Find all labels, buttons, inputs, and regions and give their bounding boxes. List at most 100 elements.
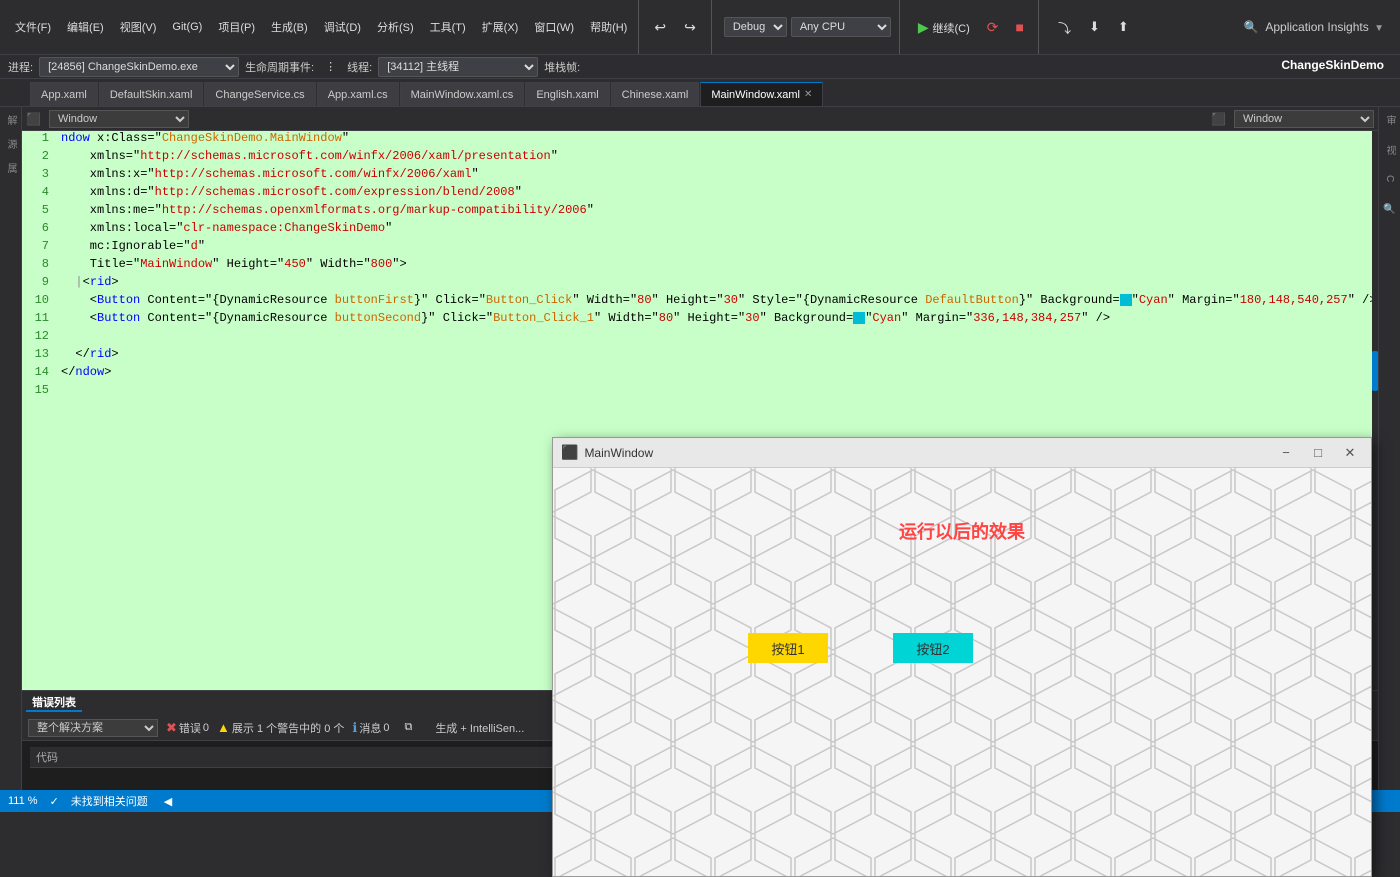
error-label: 错误	[179, 720, 201, 736]
code-line-14: 14 </ndow>	[22, 365, 1378, 383]
code-line-6: 6 xmlns:local="clr-namespace:ChangeSkinD…	[22, 221, 1378, 239]
menu-help[interactable]: 帮助(H)	[583, 16, 634, 38]
tab-chinese[interactable]: Chinese.xaml	[611, 82, 700, 106]
debug-toolbar: 进程: [24856] ChangeSkinDemo.exe 生命周期事件: ⋮…	[0, 55, 1400, 79]
scope-right-dropdown[interactable]: Window	[1234, 110, 1374, 128]
float-titlebar: ⬛ MainWindow − □ ✕	[553, 438, 1371, 468]
code-line-3: 3 xmlns:x="http://schemas.microsoft.com/…	[22, 167, 1378, 185]
app-insights-btn[interactable]: 🔍 Application Insights ▼	[1244, 20, 1396, 34]
float-run-label: 运行以后的效果	[553, 518, 1371, 544]
menu-view[interactable]: 视图(V)	[113, 16, 164, 38]
solution-filter[interactable]: 整个解决方案	[28, 719, 158, 737]
message-count: 0	[383, 722, 389, 734]
error-icon: ✖	[166, 720, 177, 736]
menu-file[interactable]: 文件(F)	[8, 16, 58, 38]
code-line-5: 5 xmlns:me="http://schemas.openxmlformat…	[22, 203, 1378, 221]
tab-app-xaml-cs[interactable]: App.xaml.cs	[317, 82, 399, 106]
float-window-icon: ⬛	[561, 444, 578, 461]
build-label: 生成 + IntelliSen...	[435, 720, 524, 736]
code-toolbar: ⬛ Window ⬛ Window	[22, 107, 1378, 131]
code-line-10: 10 <Button Content="{DynamicResource but…	[22, 293, 1378, 311]
code-line-9: 9 |<rid>	[22, 275, 1378, 293]
warning-badge[interactable]: ▲ 展示 1 个警告中的 0 个	[217, 720, 344, 736]
menu-edit[interactable]: 编辑(E)	[60, 16, 111, 38]
code-line-13: 13 </rid>	[22, 347, 1378, 365]
menu-group: 文件(F) 编辑(E) 视图(V) Git(G) 项目(P) 生成(B) 调试(…	[4, 0, 639, 54]
tab-app-xaml[interactable]: App.xaml	[30, 82, 98, 106]
config-dropdown[interactable]: Debug	[724, 17, 787, 37]
continue-button[interactable]: ▶ 继续(C)	[912, 17, 976, 38]
right-panel-icon-3[interactable]: C	[1382, 171, 1397, 186]
code-line-11: 11 <Button Content="{DynamicResource but…	[22, 311, 1378, 329]
menu-build[interactable]: 生成(B)	[264, 16, 315, 38]
menu-project[interactable]: 项目(P)	[211, 16, 262, 38]
restart-button[interactable]: ⟳	[980, 16, 1006, 39]
undo-button[interactable]: ↩	[647, 16, 673, 39]
sidebar-git-icon[interactable]: 源	[1, 135, 20, 153]
code-line-8: 8 Title="MainWindow" Height="450" Width=…	[22, 257, 1378, 275]
sidebar-solution-icon[interactable]: 解	[1, 111, 20, 129]
magnify-icon[interactable]: 🔍	[1382, 198, 1397, 218]
tab-close-icon[interactable]: ✕	[804, 89, 812, 100]
tab-mainwindow-xaml[interactable]: MainWindow.xaml ✕	[700, 82, 823, 106]
step-into-button[interactable]: ⬇	[1082, 16, 1107, 38]
collapse-arrow[interactable]: ◀	[164, 795, 172, 808]
event-btn[interactable]: ⋮	[320, 59, 341, 74]
code-line-2: 2 xmlns="http://schemas.microsoft.com/wi…	[22, 149, 1378, 167]
sidebar-props-icon[interactable]: 属	[1, 159, 20, 177]
right-panel-icon-1[interactable]: 审	[1380, 111, 1399, 129]
left-sidebar: 解 源 属	[0, 107, 22, 790]
close-button[interactable]: ✕	[1337, 443, 1363, 463]
error-list-tab-label[interactable]: 错误列表	[26, 694, 82, 712]
thread-dropdown[interactable]: [34112] 主线程	[378, 57, 538, 77]
event-label: 生命周期事件:	[245, 59, 314, 75]
error-badge[interactable]: ✖ 错误 0	[166, 720, 209, 736]
main-area: 解 源 属 ⬛ Window ⬛ Window 1 ndow x:Class="…	[0, 107, 1400, 790]
info-icon: ℹ	[352, 720, 357, 736]
process-label: 进程:	[8, 59, 33, 75]
tab-mainwindow-cs[interactable]: MainWindow.xaml.cs	[400, 82, 525, 106]
message-label: 消息	[359, 720, 381, 736]
menu-window[interactable]: 窗口(W)	[527, 16, 581, 38]
stop-button[interactable]: ■	[1010, 17, 1030, 37]
float-content: 运行以后的效果 按钮1 按钮2	[553, 468, 1371, 876]
menu-tools[interactable]: 工具(T)	[423, 16, 473, 38]
zoom-level: 111 %	[8, 795, 38, 807]
menu-git[interactable]: Git(G)	[165, 18, 209, 36]
tab-defaultskin[interactable]: DefaultSkin.xaml	[99, 82, 204, 106]
app-title: ChangeSkinDemo	[1281, 58, 1396, 72]
editor-tabs: App.xaml DefaultSkin.xaml ChangeService.…	[0, 79, 1400, 107]
step-out-button[interactable]: ⬆	[1111, 16, 1136, 38]
menu-analyze[interactable]: 分析(S)	[370, 16, 421, 38]
code-line-15: 15	[22, 383, 1378, 401]
stack-label: 堆栈帧:	[544, 59, 580, 75]
code-line-1: 1 ndow x:Class="ChangeSkinDemo.MainWindo…	[22, 131, 1378, 149]
platform-dropdown[interactable]: Any CPU	[791, 17, 891, 37]
warning-icon: ▲	[217, 720, 230, 735]
float-button2[interactable]: 按钮2	[893, 633, 973, 663]
right-panel: 审 视 C 🔍	[1378, 107, 1400, 790]
status-check-icon: ✓	[50, 795, 59, 808]
warning-detail: 展示 1 个警告中的 0 个	[232, 720, 344, 736]
line-label: 线程:	[347, 59, 372, 75]
main-toolbar: 文件(F) 编辑(E) 视图(V) Git(G) 项目(P) 生成(B) 调试(…	[0, 0, 1400, 55]
float-button1[interactable]: 按钮1	[748, 633, 828, 663]
app-insights-label: Application Insights	[1265, 20, 1368, 34]
step-over-button[interactable]: ⤵	[1051, 15, 1078, 40]
code-line-7: 7 mc:Ignorable="d"	[22, 239, 1378, 257]
menu-expand[interactable]: 扩展(X)	[475, 16, 526, 38]
code-line-12: 12	[22, 329, 1378, 347]
maximize-button[interactable]: □	[1305, 443, 1331, 463]
message-badge[interactable]: ℹ 消息 0	[352, 720, 389, 736]
tab-english[interactable]: English.xaml	[525, 82, 609, 106]
tab-changeservice[interactable]: ChangeService.cs	[204, 82, 315, 106]
menu-debug[interactable]: 调试(D)	[317, 16, 368, 38]
process-dropdown[interactable]: [24856] ChangeSkinDemo.exe	[39, 57, 239, 77]
minimize-button[interactable]: −	[1273, 443, 1299, 463]
scope-left-dropdown[interactable]: Window	[49, 110, 189, 128]
redo-button[interactable]: ↪	[677, 16, 703, 39]
code-line-4: 4 xmlns:d="http://schemas.microsoft.com/…	[22, 185, 1378, 203]
status-text: 未找到相关问题	[71, 793, 148, 809]
filter-button[interactable]: ⧉	[397, 718, 419, 737]
right-panel-icon-2[interactable]: 视	[1380, 141, 1399, 159]
